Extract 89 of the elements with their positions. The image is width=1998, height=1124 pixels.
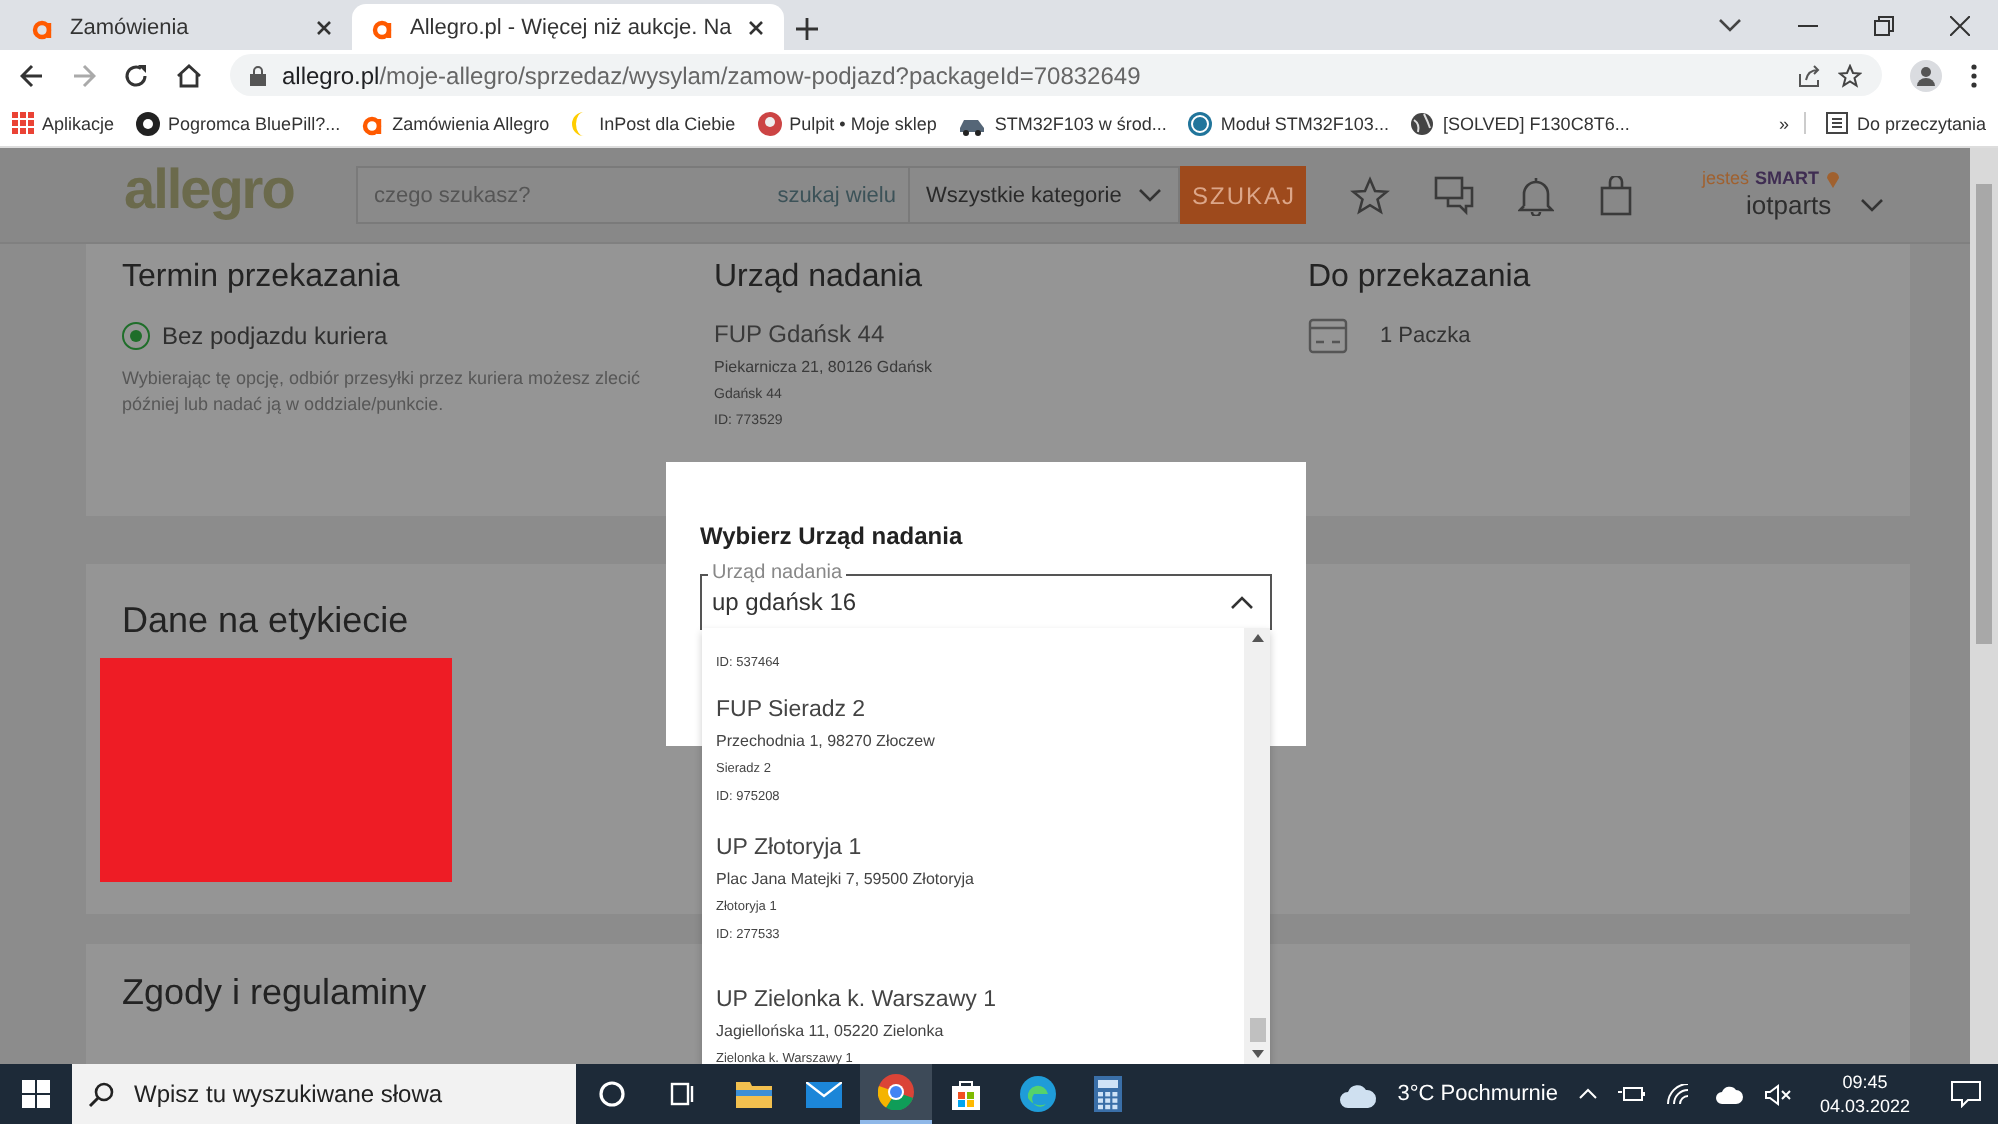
calculator-icon — [1094, 1076, 1123, 1112]
browser-tab[interactable]: Allegro.pl - Więcej niż aukcje. Na — [352, 4, 784, 50]
bookmark-link[interactable]: InPost dla Ciebie — [571, 111, 736, 135]
section-title: Termin przekazania — [122, 260, 400, 296]
pin-icon — [1825, 169, 1840, 187]
bookmark-link[interactable]: Moduł STM32F103... — [1188, 111, 1389, 135]
smart-prefix: jesteś — [1702, 169, 1750, 187]
bookmark-link[interactable]: Zamówienia Allegro — [362, 111, 550, 135]
dark-circle-icon — [136, 111, 161, 135]
smart-label: SMART — [1755, 169, 1820, 187]
cloud-icon — [1337, 1081, 1378, 1107]
ring-logo-icon — [32, 15, 54, 39]
battery-icon[interactable] — [1617, 1084, 1646, 1104]
edge-icon — [1019, 1076, 1056, 1112]
scrollbar-thumb[interactable] — [1249, 1018, 1265, 1042]
task-view-icon — [668, 1080, 697, 1108]
radio-option[interactable]: Bez podjazdu kuriera — [122, 322, 388, 350]
option-description: Wybierając tę opcję, odbiór przesyłki przez kuriera możesz zlecić później lub nadać ją w oddziale/punkcie. — [122, 366, 643, 418]
windows-start-icon[interactable] — [22, 1080, 50, 1108]
circle-icon — [597, 1080, 626, 1108]
close-icon[interactable] — [747, 19, 764, 35]
office-name: FUP Gdańsk 44 — [714, 320, 887, 348]
minimize-icon[interactable] — [1798, 23, 1818, 27]
browser-tab[interactable]: Zamówienia — [12, 4, 352, 50]
user-menu[interactable]: iotparts — [1702, 187, 1896, 221]
mail-icon — [806, 1081, 843, 1107]
clock[interactable]: 09:45 04.03.2022 — [1819, 1070, 1910, 1118]
profile-avatar-icon[interactable] — [1910, 59, 1942, 91]
chrome-icon — [877, 1074, 914, 1110]
chevron-down-icon — [1859, 197, 1884, 211]
close-icon[interactable] — [1950, 15, 1970, 35]
plus-icon[interactable] — [795, 18, 818, 40]
ring-logo-icon — [362, 111, 385, 135]
address-bar[interactable]: allegro.pl/moje-allegro/sprzedaz/wysylam/zamow-podjazd?packageId=70832649 — [230, 54, 1882, 96]
scroll-up-arrow-icon[interactable] — [1251, 634, 1263, 642]
scroll-down-arrow-icon[interactable] — [1251, 1050, 1263, 1058]
modal-title: Wybierz Urząd nadania — [700, 522, 965, 550]
home-icon[interactable] — [176, 63, 202, 87]
url-text: allegro.pl/moje-allegro/sprzedaz/wysylam/zamow-podjazd?packageId=70832649 — [282, 61, 1141, 89]
folder-icon — [735, 1080, 772, 1108]
chevron-down-icon — [1138, 188, 1162, 202]
shopping-bag-icon[interactable] — [1598, 175, 1634, 215]
restore-icon[interactable] — [1874, 15, 1894, 35]
package-icon — [1308, 316, 1348, 356]
parcel-count: 1 Paczka — [1380, 324, 1471, 348]
bookmark-link[interactable]: Pogromca BluePill?... — [136, 111, 341, 135]
weather-text[interactable]: 3°C Pochmurnie — [1397, 1082, 1558, 1106]
list-icon — [1826, 112, 1849, 134]
bookmark-link[interactable]: Pulpit • Moje sklep — [757, 111, 937, 135]
taskbar-search-field[interactable]: Wpisz tu wyszukiwane słowa — [72, 1064, 576, 1124]
menu-icon[interactable] — [1970, 63, 1978, 87]
bookmark-link[interactable]: Aplikacje — [12, 112, 115, 134]
globe-icon — [1410, 111, 1435, 135]
section-title: Dane na etykiecie — [122, 600, 409, 642]
speaker-muted-icon[interactable] — [1763, 1083, 1792, 1105]
star-icon[interactable] — [1838, 63, 1862, 87]
more-bookmarks-button[interactable]: » — [1778, 113, 1789, 133]
reload-icon[interactable] — [124, 63, 148, 87]
search-icon — [88, 1081, 114, 1107]
wifi-icon[interactable] — [1665, 1083, 1694, 1105]
notification-icon[interactable] — [1950, 1080, 1982, 1108]
chevron-down-icon — [1718, 18, 1742, 32]
page-scrollbar[interactable] — [1970, 148, 1998, 1064]
section-title: Urząd nadania — [714, 260, 923, 296]
chat-icon[interactable] — [1434, 175, 1474, 215]
dropdown-scrollbar[interactable] — [1244, 628, 1270, 1064]
apps-grid-icon — [12, 112, 34, 134]
cloud-icon[interactable] — [1713, 1084, 1744, 1104]
category-dropdown[interactable]: Wszystkie kategorie — [910, 166, 1180, 224]
radio-button[interactable] — [122, 322, 150, 350]
lock-icon — [250, 65, 266, 85]
wordpress-icon — [1188, 111, 1213, 135]
office-address: Piekarnicza 21, 80126 Gdańsk — [714, 358, 934, 376]
reading-list-button[interactable]: Do przeczytania — [1804, 112, 1986, 134]
share-icon[interactable] — [1798, 63, 1822, 87]
back-arrow-icon[interactable] — [20, 63, 44, 87]
section-title: Zgody i regulaminy — [122, 972, 427, 1014]
chevron-up-icon — [1230, 596, 1254, 610]
caret-up-icon[interactable] — [1577, 1088, 1598, 1100]
close-icon[interactable] — [316, 19, 332, 35]
shopping-bag-icon — [950, 1078, 983, 1110]
ring-logo-icon — [372, 15, 394, 39]
bookmark-link[interactable]: STM32F103 w środ... — [958, 111, 1167, 135]
star-icon[interactable] — [1350, 175, 1390, 215]
scrollbar-thumb[interactable] — [1976, 184, 1992, 644]
bell-icon[interactable] — [1518, 175, 1554, 215]
section-title: Do przekazania — [1308, 260, 1531, 296]
bookmark-link[interactable]: [SOLVED] F130C8T6... — [1410, 111, 1630, 135]
avatar-icon — [757, 111, 782, 135]
